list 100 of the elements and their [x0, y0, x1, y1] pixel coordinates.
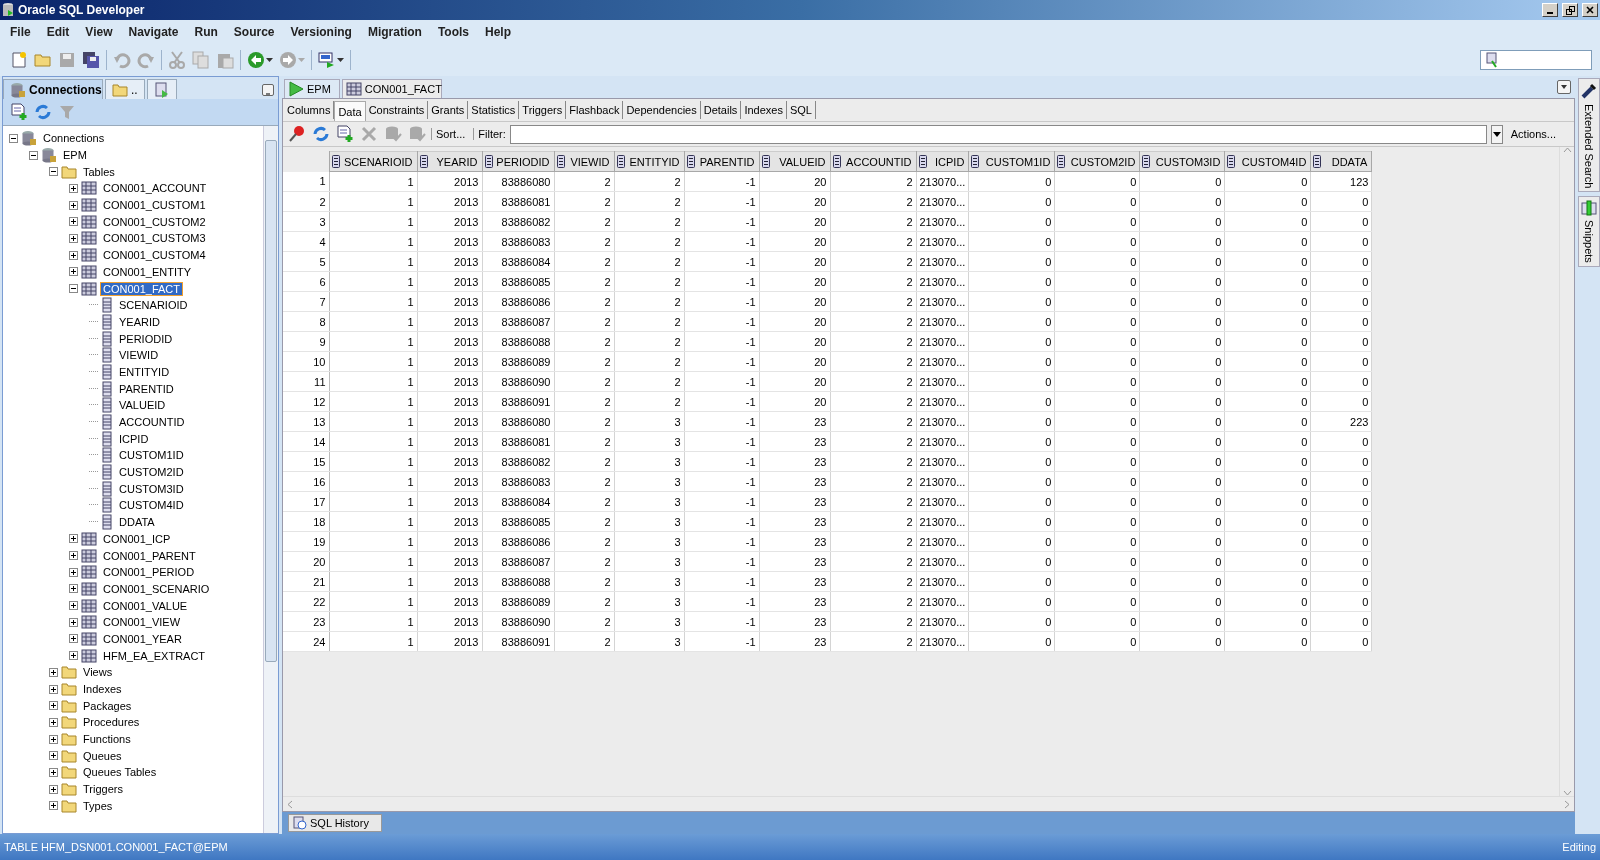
tree-item[interactable]: YEARID: [116, 314, 163, 329]
sort-icon[interactable]: [1057, 155, 1066, 168]
expand-toggle[interactable]: [69, 634, 78, 644]
tree-item[interactable]: CON001_CUSTOM1: [100, 198, 209, 213]
tree-item[interactable]: CON001_YEAR: [100, 631, 185, 646]
tree-item[interactable]: CON001_CUSTOM4: [100, 248, 209, 263]
tree-item[interactable]: CON001_PARENT: [100, 548, 199, 563]
menu-item[interactable]: Help: [477, 25, 519, 39]
tree-item[interactable]: CON001_VALUE: [100, 598, 191, 613]
tree-item[interactable]: DDATA: [116, 515, 158, 530]
expand-toggle[interactable]: [69, 551, 78, 561]
expand-toggle[interactable]: [69, 267, 78, 277]
side-panel-tab[interactable]: Snippets: [1578, 196, 1600, 268]
sort-icon[interactable]: [918, 155, 927, 168]
subtab[interactable]: Constraints: [365, 101, 429, 119]
column-header[interactable]: ICPID: [916, 151, 969, 172]
scrollbar[interactable]: [263, 126, 278, 833]
column-header[interactable]: ENTITYID: [614, 151, 684, 172]
tree-item[interactable]: ACCOUNTID: [116, 415, 188, 430]
column-header[interactable]: VALUEID: [759, 151, 830, 172]
tree-item[interactable]: CON001_SCENARIO: [100, 581, 213, 596]
expand-toggle[interactable]: [9, 133, 18, 143]
dropdown-button[interactable]: [1490, 124, 1503, 144]
subtab[interactable]: SQL: [786, 101, 816, 119]
sort-icon[interactable]: [761, 155, 770, 168]
sort-icon[interactable]: [1313, 155, 1322, 168]
sort-icon[interactable]: [832, 155, 841, 168]
sql-button[interactable]: [317, 50, 345, 70]
back-button[interactable]: [246, 50, 274, 70]
tree-item[interactable]: PARENTID: [116, 381, 177, 396]
sort-button[interactable]: Sort...: [431, 128, 470, 140]
expand-toggle[interactable]: [49, 751, 58, 761]
sort-icon[interactable]: [1142, 155, 1151, 168]
subtab[interactable]: Grants: [428, 101, 469, 119]
sort-icon[interactable]: [1227, 155, 1236, 168]
subtab[interactable]: Details: [700, 101, 742, 119]
tree-item[interactable]: CON001_PERIOD: [100, 565, 198, 580]
editor-tab[interactable]: EPM: [284, 79, 340, 98]
menu-item[interactable]: View: [77, 25, 121, 39]
tree-item[interactable]: Tables: [80, 164, 118, 179]
menu-item[interactable]: Tools: [429, 25, 477, 39]
sort-icon[interactable]: [686, 155, 695, 168]
tree-item[interactable]: CON001_VIEW: [100, 615, 184, 630]
tree-item[interactable]: Procedures: [80, 715, 143, 730]
tree-item[interactable]: Types: [80, 798, 116, 813]
subtab[interactable]: Indexes: [741, 101, 787, 119]
sort-icon[interactable]: [419, 155, 428, 168]
expand-toggle[interactable]: [49, 717, 58, 727]
tree-item[interactable]: CON001_ACCOUNT: [100, 181, 210, 196]
menu-item[interactable]: Run: [186, 25, 226, 39]
tree-item[interactable]: Triggers: [80, 782, 126, 797]
tree-item[interactable]: CON001_FACT: [100, 281, 184, 296]
tree-item[interactable]: CUSTOM1ID: [116, 448, 187, 463]
column-header[interactable]: CUSTOM4ID: [1224, 151, 1311, 172]
expand-toggle[interactable]: [49, 701, 58, 711]
sort-icon[interactable]: [971, 155, 980, 168]
expand-toggle[interactable]: [69, 617, 78, 627]
tree-item[interactable]: CON001_CUSTOM2: [100, 214, 209, 229]
column-header[interactable]: CUSTOM3ID: [1139, 151, 1225, 172]
expand-toggle[interactable]: [49, 784, 58, 794]
tree-item[interactable]: Queues: [80, 748, 125, 763]
expand-toggle[interactable]: [69, 233, 78, 243]
sort-icon[interactable]: [616, 155, 625, 168]
menu-item[interactable]: Edit: [38, 25, 78, 39]
pin-button[interactable]: [287, 124, 307, 144]
expand-toggle[interactable]: [69, 584, 78, 594]
column-header[interactable]: CUSTOM1ID: [968, 151, 1055, 172]
search-field[interactable]: [1480, 50, 1592, 70]
column-header[interactable]: SCENARIOID: [329, 151, 417, 172]
refresh-button[interactable]: [311, 124, 331, 144]
expand-toggle[interactable]: [69, 250, 78, 260]
tree-item[interactable]: CUSTOM2ID: [116, 465, 187, 480]
filter-field[interactable]: [509, 124, 1487, 144]
expand-toggle[interactable]: [49, 767, 58, 777]
refresh-button[interactable]: [33, 102, 53, 122]
column-header[interactable]: PARENTID: [684, 151, 759, 172]
add-button[interactable]: [9, 102, 29, 122]
sort-icon[interactable]: [484, 155, 493, 168]
column-header[interactable]: CUSTOM2ID: [1054, 151, 1140, 172]
actions-button[interactable]: Actions...: [1506, 128, 1570, 140]
tree-item[interactable]: Packages: [80, 698, 135, 713]
subtab[interactable]: Statistics: [468, 101, 520, 119]
subtab[interactable]: Flashback: [566, 101, 624, 119]
menu-item[interactable]: Source: [225, 25, 283, 39]
column-header[interactable]: VIEWID: [554, 151, 614, 172]
tree-item[interactable]: PERIODID: [116, 331, 176, 346]
tree-item[interactable]: HFM_EA_EXTRACT: [100, 648, 209, 663]
expand-toggle[interactable]: [49, 167, 58, 177]
column-header[interactable]: PERIODID: [482, 151, 554, 172]
save-all-button[interactable]: [81, 50, 101, 70]
tree-item[interactable]: VIEWID: [116, 348, 162, 363]
expand-toggle[interactable]: [69, 284, 78, 294]
tree-item[interactable]: ICPID: [116, 431, 152, 446]
tree-item[interactable]: EPM: [60, 148, 90, 163]
tree-item[interactable]: CON001_CUSTOM3: [100, 231, 209, 246]
expand-toggle[interactable]: [49, 801, 58, 811]
new-button[interactable]: [9, 50, 29, 70]
tree-item[interactable]: Connections: [40, 131, 108, 146]
dropdown-button[interactable]: [1557, 80, 1571, 94]
expand-toggle[interactable]: [49, 684, 58, 694]
